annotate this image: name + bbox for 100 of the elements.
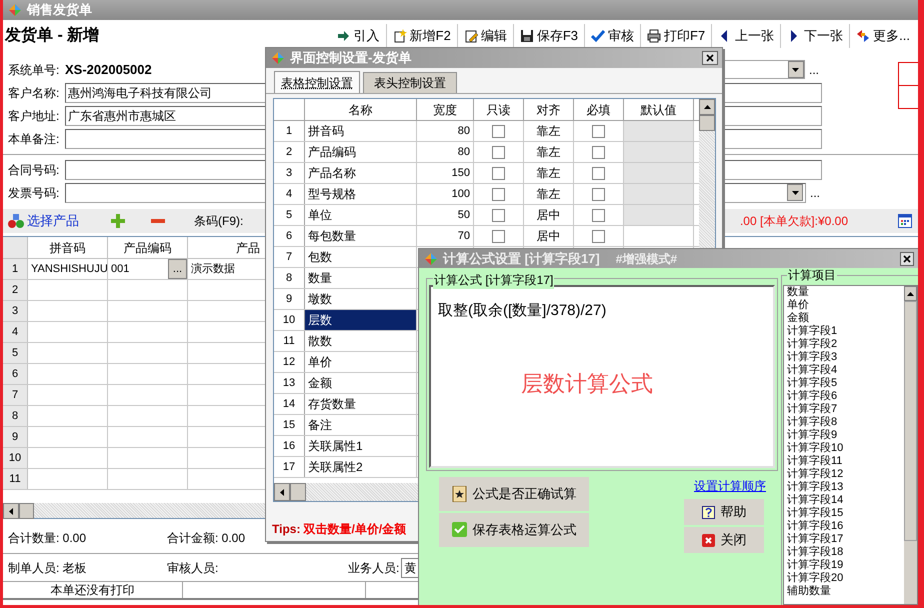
scroll-thumb[interactable] [699, 115, 715, 131]
list-item[interactable]: 计算字段3 [787, 351, 904, 364]
table-cell[interactable]: 金额 [305, 373, 417, 393]
scroll-left-button[interactable] [274, 483, 290, 501]
list-item[interactable]: 金额 [787, 312, 904, 325]
table-cell[interactable]: 墩数 [305, 289, 417, 309]
vertical-scrollbar[interactable] [904, 286, 917, 604]
column-header[interactable]: 默认值 [624, 99, 694, 120]
toolbar-button[interactable]: 引入 [330, 24, 386, 48]
table-cell[interactable]: 关联属性2 [305, 457, 417, 477]
list-item[interactable]: 计算字段11 [787, 455, 904, 468]
list-item[interactable]: 计算字段1 [787, 325, 904, 338]
table-cell[interactable]: 拼音码 [305, 121, 417, 141]
list-item[interactable]: 计算字段14 [787, 494, 904, 507]
tab[interactable]: 表头控制设置 [363, 72, 457, 93]
default-value-cell[interactable] [624, 163, 694, 183]
table-cell[interactable]: 备注 [305, 415, 417, 435]
list-item[interactable]: 数量 [787, 286, 904, 299]
column-header[interactable]: 必填 [574, 99, 624, 120]
list-item[interactable]: 计算字段7 [787, 403, 904, 416]
tab[interactable]: 表格控制设置 [274, 71, 360, 93]
checkbox[interactable] [492, 188, 505, 200]
list-item[interactable]: 计算字段5 [787, 377, 904, 390]
toolbar-button[interactable]: 更多... [849, 24, 916, 48]
calendar-button[interactable] [898, 214, 912, 228]
order-link[interactable]: 设置计算顺序 [694, 477, 766, 495]
table-cell[interactable]: 单位 [305, 205, 417, 225]
checkbox[interactable] [592, 188, 605, 200]
select-product-link[interactable]: 选择产品 [27, 211, 79, 231]
scroll-left-button[interactable] [3, 503, 19, 519]
table-cell[interactable]: 关联属性1 [305, 436, 417, 456]
barcode-label: 条码(F9): [194, 213, 244, 230]
table-cell-text: 靠左 [536, 123, 560, 140]
action-button[interactable]: 公式是否正确试算 [439, 477, 589, 511]
column-header[interactable]: 对齐 [524, 99, 574, 120]
checkbox[interactable] [492, 166, 505, 180]
checkbox[interactable] [492, 208, 505, 222]
column-header[interactable]: 宽度 [417, 99, 474, 120]
list-item[interactable]: 计算字段9 [787, 429, 904, 442]
list-item[interactable]: 计算字段8 [787, 416, 904, 429]
list-item[interactable]: 计算字段20 [787, 572, 904, 585]
list-item[interactable]: 计算字段6 [787, 390, 904, 403]
checkbox[interactable] [592, 124, 605, 138]
checkbox[interactable] [492, 230, 505, 242]
side-button[interactable] [898, 85, 918, 109]
close-button[interactable] [702, 51, 718, 65]
dialog-button[interactable]: 帮助 [684, 499, 764, 525]
picker-button[interactable]: ... [168, 259, 187, 279]
list-item[interactable]: 计算字段16 [787, 520, 904, 533]
checkbox[interactable] [592, 230, 605, 242]
checkbox[interactable] [592, 146, 605, 158]
list-item[interactable]: 计算字段4 [787, 364, 904, 377]
list-item[interactable]: 辅助数量 [787, 585, 904, 598]
default-value-cell[interactable] [624, 121, 694, 141]
default-value-cell[interactable] [624, 184, 694, 204]
dropdown-button[interactable] [787, 184, 803, 201]
scroll-up-button[interactable] [904, 286, 917, 301]
table-cell[interactable]: 存货数量 [305, 394, 417, 414]
column-header[interactable]: 只读 [474, 99, 524, 120]
more-link[interactable]: ... [808, 60, 819, 78]
list-item[interactable]: 计算字段2 [787, 338, 904, 351]
table-cell[interactable]: 数量 [305, 268, 417, 288]
column-header[interactable]: 产品编码 [108, 237, 188, 258]
side-button[interactable] [898, 62, 918, 86]
toolbar-button[interactable]: 下一张 [780, 24, 850, 48]
dialog-button[interactable]: 关闭 [684, 527, 764, 553]
add-button[interactable] [111, 213, 127, 229]
table-cell[interactable]: 散数 [305, 331, 417, 351]
table-cell[interactable]: 单价 [305, 352, 417, 372]
list-item[interactable]: 计算字段19 [787, 559, 904, 572]
list-item[interactable]: 计算字段17 [787, 533, 904, 546]
table-cell[interactable]: 产品编码 [305, 142, 417, 162]
column-header[interactable]: 名称 [305, 99, 417, 120]
table-cell[interactable]: 型号规格 [305, 184, 417, 204]
default-value-cell[interactable] [624, 205, 694, 225]
scroll-thumb[interactable] [290, 483, 306, 501]
close-button[interactable] [900, 252, 914, 266]
list-item[interactable]: 计算字段18 [787, 546, 904, 559]
table-cell[interactable]: 产品名称 [305, 163, 417, 183]
table-cell[interactable]: 层数 [305, 310, 417, 330]
list-item[interactable]: 计算字段10 [787, 442, 904, 455]
list-item[interactable]: 计算字段15 [787, 507, 904, 520]
more-link[interactable]: ... [810, 184, 820, 202]
formula-editor[interactable]: 取整(取余([数量]/378)/27) 层数计算公式 [429, 285, 775, 468]
dropdown-button[interactable] [788, 61, 804, 78]
column-header[interactable]: 拼音码 [28, 237, 108, 258]
scroll-thumb[interactable] [904, 301, 917, 541]
list-item[interactable]: 计算字段13 [787, 481, 904, 494]
checkbox[interactable] [592, 166, 605, 180]
checkbox[interactable] [592, 208, 605, 222]
checkbox[interactable] [492, 124, 505, 138]
list-item[interactable]: 单价 [787, 299, 904, 312]
default-value-cell[interactable] [624, 142, 694, 162]
checkbox[interactable] [492, 146, 505, 158]
table-cell[interactable]: 每包数量 [305, 226, 417, 246]
scroll-thumb[interactable] [19, 503, 34, 519]
list-item[interactable]: 计算字段12 [787, 468, 904, 481]
scroll-up-button[interactable] [699, 99, 715, 115]
action-button[interactable]: 保存表格运算公式 [439, 513, 589, 547]
table-cell[interactable]: 包数 [305, 247, 417, 267]
